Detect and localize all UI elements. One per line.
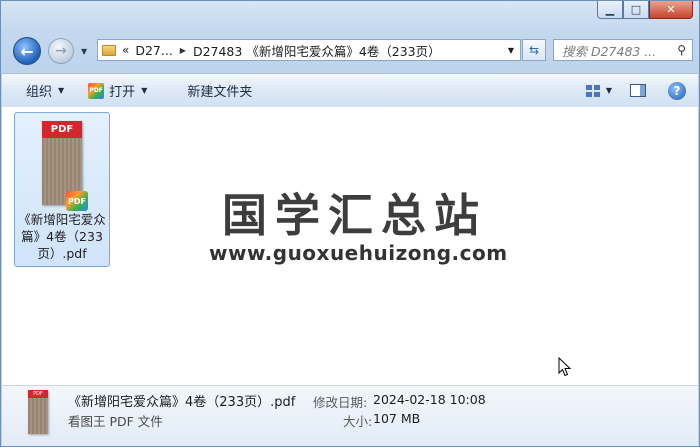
organize-menu[interactable]: 组织 ▼ <box>26 81 64 100</box>
chevron-down-icon: ▼ <box>58 86 65 95</box>
maximize-button[interactable]: □ <box>623 1 649 19</box>
breadcrumb-item[interactable]: D27... <box>135 43 172 58</box>
maximize-icon: □ <box>630 3 642 16</box>
address-bar[interactable]: « D27... ▶ D27483 《新增阳宅爱众篇》4卷（233页） ▼ <box>97 39 521 61</box>
details-modified-value: 2024-02-18 10:08 <box>373 392 486 407</box>
view-dropdown-icon[interactable]: ▼ <box>606 86 612 95</box>
explorer-window: ▁ □ ✕ ← → ▼ « D27... ▶ D27483 《新增阳宅爱众篇》4… <box>0 0 700 447</box>
close-button[interactable]: ✕ <box>649 1 693 19</box>
preview-pane-icon[interactable] <box>630 84 646 97</box>
details-modified-label: 修改日期: <box>313 395 368 410</box>
file-item-selected[interactable]: PDF PDF 《新增阳宅爱众篇》4卷（233页）.pdf <box>14 112 110 267</box>
details-pdf-thumbnail: PDF <box>28 390 48 434</box>
overflow-chevron-icon[interactable]: « <box>122 43 129 57</box>
search-icon[interactable]: ⚲ <box>677 43 686 57</box>
open-menu[interactable]: PDF 打开 ▼ <box>88 81 147 100</box>
details-file-name: 《新增阳宅爱众篇》4卷（233页）.pdf <box>68 395 296 410</box>
pdf-app-icon: PDF <box>88 82 105 99</box>
chevron-down-icon: ▼ <box>141 86 148 95</box>
open-label: 打开 <box>109 85 136 100</box>
toolbar-right: ▼ ? <box>585 74 698 107</box>
folder-icon <box>102 44 116 56</box>
search-placeholder: 搜索 D27483 ... <box>562 43 657 59</box>
new-folder-label: 新建文件夹 <box>187 85 253 100</box>
back-button[interactable]: ← <box>13 37 41 65</box>
back-arrow-icon: ← <box>20 41 34 61</box>
change-view-icon[interactable] <box>585 84 600 97</box>
refresh-button[interactable]: ⇆ <box>522 39 546 61</box>
details-size-value: 107 MB <box>373 411 421 426</box>
watermark-url: www.guoxuehuizong.com <box>209 241 508 265</box>
breadcrumb-separator-icon[interactable]: ▶ <box>180 46 186 55</box>
file-name[interactable]: 《新增阳宅爱众篇》4卷（233页）.pdf <box>17 211 107 262</box>
file-list-area[interactable]: PDF PDF 《新增阳宅爱众篇》4卷（233页）.pdf 国学汇总站 www.… <box>2 107 698 386</box>
new-folder-button[interactable]: 新建文件夹 <box>187 81 252 100</box>
pdf-thumb-label: PDF <box>42 121 82 138</box>
details-pane: PDF 《新增阳宅爱众篇》4卷（233页）.pdf 看图王 PDF 文件 修改日… <box>2 386 698 446</box>
search-input[interactable]: 搜索 D27483 ... ⚲ <box>553 39 693 61</box>
command-bar: 组织 ▼ PDF 打开 ▼ 新建文件夹 ▼ ? <box>2 73 698 108</box>
refresh-icon: ⇆ <box>528 43 540 57</box>
help-icon[interactable]: ? <box>668 81 686 100</box>
close-icon: ✕ <box>666 3 676 16</box>
details-file-type: 看图王 PDF 文件 <box>68 414 163 429</box>
details-thumb-label: PDF <box>28 390 48 398</box>
forward-arrow-icon: → <box>55 43 67 59</box>
pdf-thumbnail: PDF PDF <box>42 121 88 211</box>
recent-pages-dropdown-icon[interactable]: ▼ <box>81 47 87 56</box>
caption-buttons: ▁ □ ✕ <box>597 1 693 19</box>
minimize-button[interactable]: ▁ <box>597 1 623 19</box>
forward-button[interactable]: → <box>48 38 74 64</box>
address-dropdown-icon[interactable]: ▼ <box>508 46 514 55</box>
organize-label: 组织 <box>26 85 53 100</box>
breadcrumb-item-current[interactable]: D27483 《新增阳宅爱众篇》4卷（233页） <box>193 41 441 60</box>
details-size-label: 大小: <box>343 414 373 429</box>
minimize-icon: ▁ <box>605 3 615 16</box>
watermark-title: 国学汇总站 <box>222 189 488 242</box>
pdf-badge-icon: PDF <box>66 191 88 211</box>
